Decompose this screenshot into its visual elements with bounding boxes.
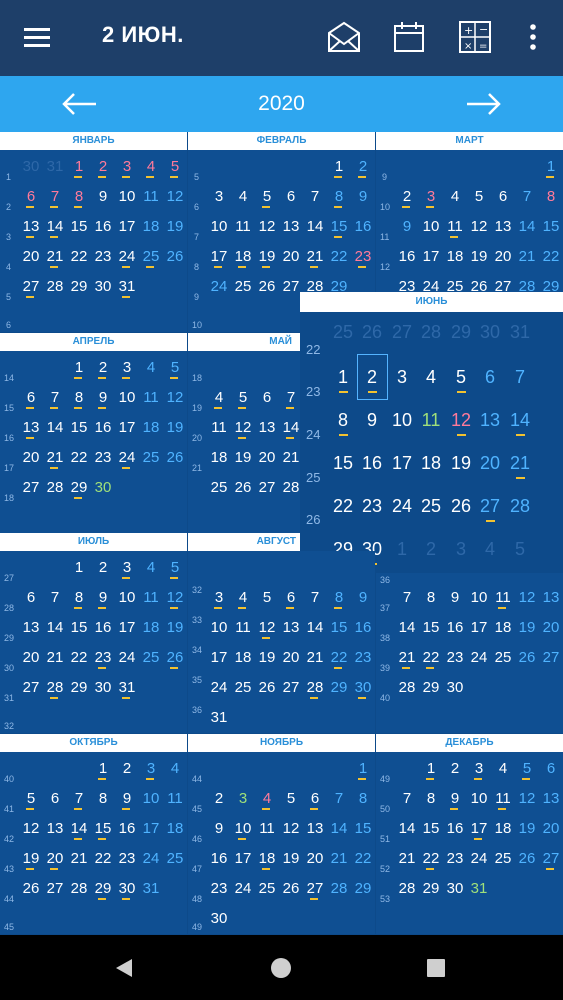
month-days: 49 50 51 52 53 123456 7 8 9 10 11 12 13 14 15 16 17 18… — [376, 752, 563, 934]
month-header: ИЮНЬ — [300, 292, 563, 312]
arrow-right-icon[interactable] — [457, 84, 511, 124]
svg-text:=: = — [479, 41, 487, 52]
home-circle-icon[interactable] — [266, 953, 296, 983]
month-days: 27 28 29 30 31 32 12345 6 7 8 9 10 11 12 13 14 15 16 17… — [0, 551, 187, 733]
month-october[interactable]: ОКТЯБРЬ 40 41 42 43 44 45 1234 5 6 7 8 9 10 11 12 13… — [0, 734, 187, 934]
month-july[interactable]: ИЮЛЬ 27 28 29 30 31 32 12345 6 7 8 9 10 11 12 13 14 1… — [0, 533, 187, 733]
month-june-expanded[interactable]: ИЮНЬ 222324252627 25262728293031 1234567… — [300, 292, 563, 573]
month-header: МАРТ — [376, 132, 563, 150]
month-header: ФЕВРАЛЬ — [188, 132, 375, 150]
svg-text:×: × — [464, 41, 472, 52]
month-days: 44 45 46 47 48 49 1 2345678 9 10 11 12 13 14 15 16 1… — [188, 752, 375, 934]
calculator-icon[interactable]: + − × = — [452, 14, 498, 60]
month-may[interactable]: МАЙ 18 19 20 21 4567 11 12 13 14 18 19 20 21 25 26… — [188, 333, 300, 533]
month-days: 32 33 34 35 36 3456789 10 11 12 13 14 15 16 17 18 19… — [188, 551, 375, 733]
month-header: МАЙ — [188, 333, 300, 351]
month-august-header[interactable]: АВГУСТ — [188, 533, 300, 551]
year-navigation-bar: 2020 — [0, 76, 563, 132]
month-header: АВГУСТ — [188, 533, 300, 551]
svg-text:−: − — [479, 23, 488, 36]
month-december[interactable]: ДЕКАБРЬ 49 50 51 52 53 123456 7 8 9 10 11 12 13 14… — [376, 734, 563, 934]
month-header: ЯНВАРЬ — [0, 132, 187, 150]
back-triangle-icon[interactable] — [110, 953, 140, 983]
month-days: 14 15 16 17 18 12345 6 7 8 9 10 11 12 13 14 15 16 17 18… — [0, 351, 187, 533]
year-calendar-grid: ЯНВАРЬ 123456 30 31 1 2 3 4 5 6 7 8 9 10 11 12 13 14 1… — [0, 132, 563, 935]
system-navigation-bar — [0, 935, 563, 1000]
top-app-bar: 2 ИЮН. + − × = — [0, 0, 563, 76]
month-header: ДЕКАБРЬ — [376, 734, 563, 752]
month-days: 18 19 20 21 4567 11 12 13 14 18 19 20 21 25 26 27 28 — [188, 351, 300, 533]
month-header: АПРЕЛЬ — [0, 333, 187, 351]
month-header: ОКТЯБРЬ — [0, 734, 187, 752]
month-march[interactable]: МАРТ 910111213 1 2345678 9101112131415 1… — [376, 132, 563, 302]
month-days: 123456 30 31 1 2 3 4 5 6 7 8 9 10 11 12 13 14 15 16 17 18… — [0, 150, 187, 332]
month-april[interactable]: АПРЕЛЬ 14 15 16 17 18 12345 6 7 8 9 10 11 12 13 14 1… — [0, 333, 187, 533]
month-august[interactable]: 32 33 34 35 36 3456789 10 11 12 13 14 15 16 17 18 19… — [188, 551, 375, 733]
more-vertical-icon[interactable] — [510, 14, 556, 60]
month-january[interactable]: ЯНВАРЬ 123456 30 31 1 2 3 4 5 6 7 8 9 10 11 12 13 14 1… — [0, 132, 187, 332]
month-header: НОЯБРЬ — [188, 734, 375, 752]
recents-square-icon[interactable] — [421, 953, 451, 983]
mail-icon[interactable] — [321, 14, 367, 60]
month-days: 40 41 42 43 44 45 1234 5 6 7 8 9 10 11 12 13 14 15 16 17… — [0, 752, 187, 934]
month-days: 36 37 38 39 40 7 8 9 10 11 12 13 14 15 16 17 18 19 20 21… — [376, 573, 563, 733]
svg-text:+: + — [464, 24, 473, 37]
month-days: 910111213 1 2345678 9101112131415 161718… — [376, 150, 563, 302]
month-header: ИЮЛЬ — [0, 533, 187, 551]
month-november[interactable]: НОЯБРЬ 44 45 46 47 48 49 1 2345678 9 10 11 12 13 1… — [188, 734, 375, 934]
current-date-title: 2 ИЮН. — [102, 22, 184, 47]
calendar-icon[interactable] — [386, 14, 432, 60]
hamburger-menu-icon[interactable] — [15, 14, 61, 60]
month-september[interactable]: 36 37 38 39 40 7 8 9 10 11 12 13 14 15 16 17 18 19 20 21… — [376, 573, 563, 733]
month-days: 222324252627 25262728293031 1234567 8910… — [300, 312, 563, 573]
